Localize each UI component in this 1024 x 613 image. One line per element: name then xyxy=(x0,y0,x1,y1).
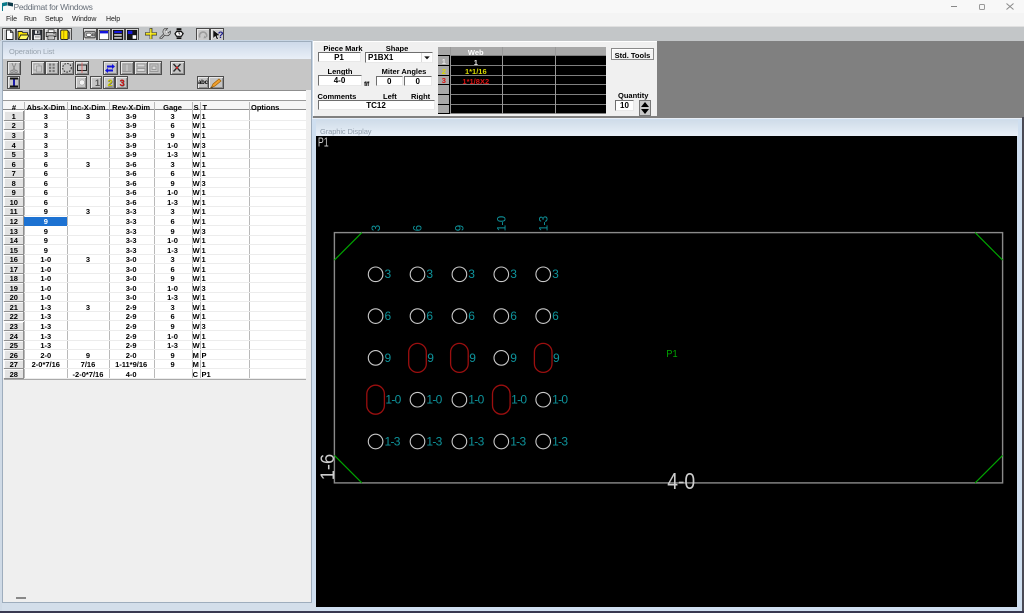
svg-text:1-3: 1-3 xyxy=(385,434,401,448)
svg-text:6: 6 xyxy=(426,309,433,323)
svg-text:9: 9 xyxy=(385,351,392,365)
svg-text:1-0: 1-0 xyxy=(552,393,568,407)
svg-text:1-6: 1-6 xyxy=(317,454,339,481)
svg-text:3: 3 xyxy=(552,267,559,281)
svg-text:1-3: 1-3 xyxy=(552,434,568,448)
svg-text:3: 3 xyxy=(510,267,517,281)
svg-text:1-0: 1-0 xyxy=(426,393,442,407)
svg-text:9: 9 xyxy=(455,225,467,231)
svg-text:1-3: 1-3 xyxy=(426,434,442,448)
svg-text:2: 2 xyxy=(107,78,112,88)
svg-text:1-0: 1-0 xyxy=(468,393,484,407)
svg-text:1-3: 1-3 xyxy=(468,434,484,448)
svg-text:9: 9 xyxy=(469,351,476,365)
svg-text:P1: P1 xyxy=(318,136,329,150)
svg-text:4-0: 4-0 xyxy=(667,468,695,494)
svg-text:9: 9 xyxy=(553,351,560,365)
svg-text:6: 6 xyxy=(552,309,559,323)
svg-text:6: 6 xyxy=(385,309,392,323)
svg-text:3: 3 xyxy=(385,267,392,281)
svg-text:3: 3 xyxy=(371,225,383,231)
svg-text:6: 6 xyxy=(468,309,475,323)
svg-text:3: 3 xyxy=(468,267,475,281)
svg-text:6: 6 xyxy=(413,225,425,231)
svg-text:9: 9 xyxy=(510,351,517,365)
svg-text:3: 3 xyxy=(426,267,433,281)
svg-text:1-0: 1-0 xyxy=(385,393,401,407)
svg-text:9: 9 xyxy=(427,351,434,365)
svg-text:1-0: 1-0 xyxy=(511,393,527,407)
svg-text:3: 3 xyxy=(120,78,125,88)
svg-text:1-3: 1-3 xyxy=(538,216,550,231)
svg-text:?: ? xyxy=(218,30,223,40)
svg-text:1-0: 1-0 xyxy=(497,216,509,231)
svg-text:6: 6 xyxy=(510,309,517,323)
svg-text:P1: P1 xyxy=(666,349,678,360)
svg-text:1-3: 1-3 xyxy=(510,434,526,448)
svg-text:1: 1 xyxy=(95,78,100,88)
